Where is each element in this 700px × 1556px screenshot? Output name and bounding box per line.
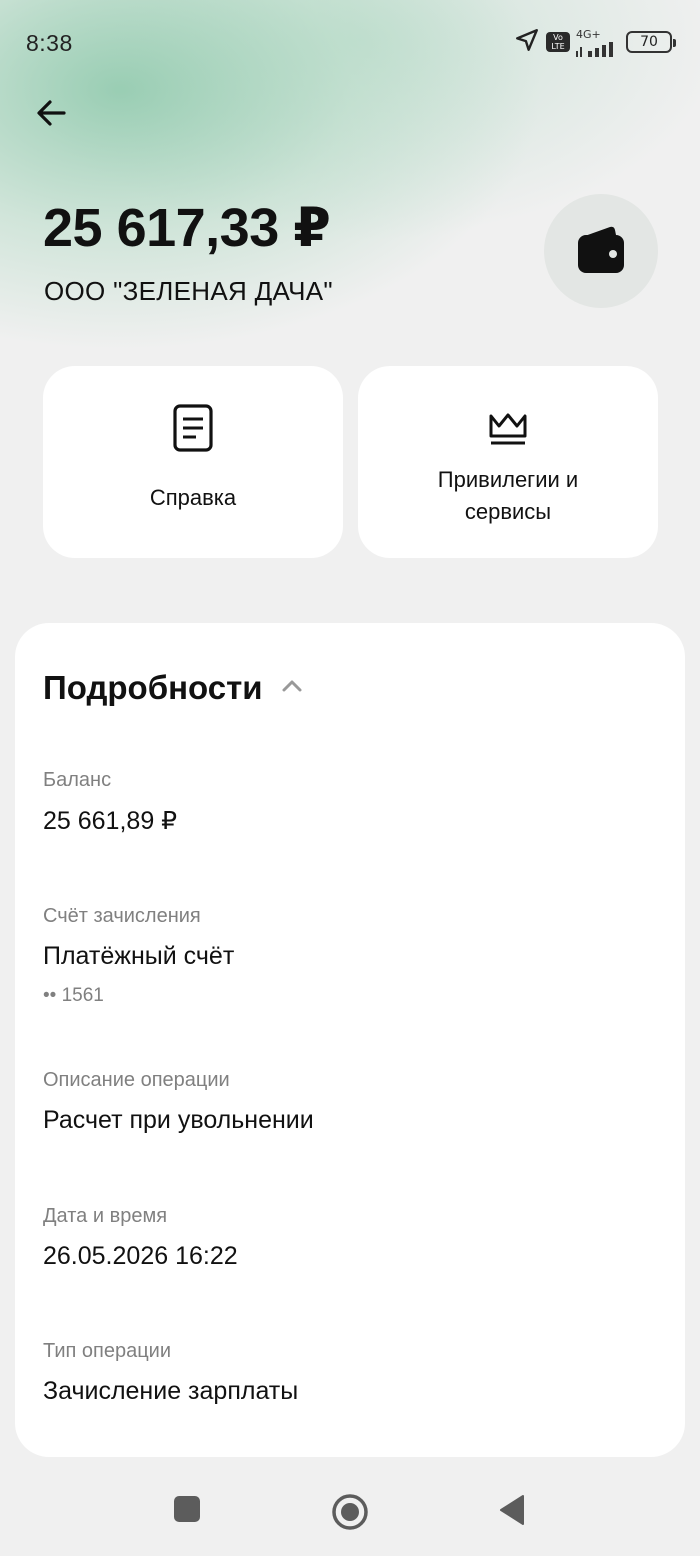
account-label: Счёт зачисления [43,905,201,927]
counterparty-name: ООО "ЗЕЛЕНАЯ ДАЧА" [44,276,333,306]
description-value: Расчет при увольнении [43,1106,314,1134]
home-circle-icon [331,1493,369,1536]
system-nav-bar [0,1472,700,1556]
certificate-label: Справка [149,485,237,510]
privileges-card[interactable]: Привилегии и сервисы [358,366,658,558]
network-type-label: 4G+ [576,27,601,41]
certificate-card[interactable]: Справка [43,366,343,558]
datetime-label: Дата и время [43,1205,168,1227]
balance-value: 25 661,89 ₽ [43,807,178,835]
balance-label: Баланс [43,769,112,791]
document-icon [172,402,214,454]
operation-type-label: Тип операции [43,1340,172,1362]
status-time: 8:38 [26,30,73,56]
volte-icon: Vo LTE [546,32,570,52]
datetime-field: Дата и время 26.05.2026 16:22 [43,1205,238,1271]
account-value: Платёжный счёт [43,942,235,970]
recents-square-icon [173,1495,201,1528]
description-field: Описание операции Расчет при увольнении [43,1069,314,1135]
balance-field: Баланс 25 661,89 ₽ [43,769,177,836]
back-triangle-icon [497,1494,527,1531]
location-arrow-icon [514,27,540,58]
battery-level: 70 [640,34,658,50]
system-back-button[interactable] [494,1494,530,1530]
operation-type-value: Зачисление зарплаты [43,1377,299,1405]
transaction-amount: 25 617,33 ₽ [43,198,331,258]
crown-icon [488,402,528,454]
description-label: Описание операции [43,1069,230,1091]
details-panel: Подробности Баланс 25 661,89 ₽ Счёт зачи… [15,623,685,1457]
privileges-label: Привилегии и сервисы [437,467,579,524]
chevron-up-icon [281,679,303,698]
account-field[interactable]: Счёт зачисления Платёжный счёт •• 1561 [43,905,234,1007]
status-bar: 8:38 Vo LTE 4G+ 70 [0,0,700,84]
operation-type-field: Тип операции Зачисление зарплаты [43,1340,298,1406]
account-number: •• 1561 [43,985,104,1006]
battery-icon: 70 [626,31,676,53]
details-toggle[interactable]: Подробности [43,669,303,707]
arrow-left-icon [34,96,68,135]
signal-icon: 4G+ [576,28,620,57]
datetime-value: 26.05.2026 16:22 [43,1242,238,1270]
wallet-icon [576,223,626,280]
details-title: Подробности [43,669,263,706]
back-button[interactable] [28,92,74,138]
status-icons: Vo LTE 4G+ 70 [514,26,676,58]
wallet-button[interactable] [544,194,658,308]
recents-button[interactable] [170,1494,204,1528]
home-button[interactable] [330,1493,370,1536]
